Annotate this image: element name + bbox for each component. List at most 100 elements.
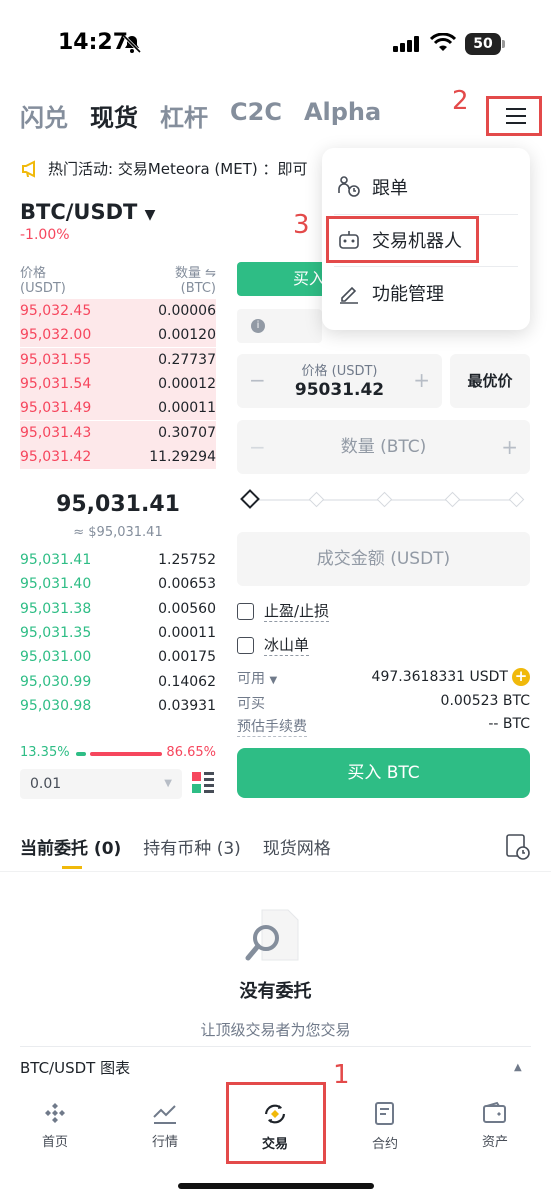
copy-trading-icon bbox=[338, 176, 360, 197]
price-input[interactable]: − 价格 (USDT) 95031.42 + bbox=[237, 354, 442, 408]
buy-sell-ratio: 13.35% 86.65% bbox=[20, 745, 216, 763]
order-type-select[interactable]: i bbox=[237, 309, 322, 343]
hamburger-menu-button[interactable] bbox=[486, 96, 542, 136]
order-history-icon[interactable] bbox=[506, 834, 530, 860]
fee-row: 预估手续费 -- BTC bbox=[237, 716, 530, 737]
empty-subtitle[interactable]: 让顶级交易者为您交易 bbox=[0, 1019, 551, 1040]
cellular-signal-icon bbox=[393, 36, 419, 52]
ask-price: 95,032.00 bbox=[20, 327, 92, 344]
ask-qty: 0.00006 bbox=[158, 303, 216, 319]
ask-qty: 11.29294 bbox=[149, 448, 216, 465]
tab-spot[interactable]: 现货 bbox=[90, 98, 138, 133]
bid-row[interactable]: 95,030.98 0.03931 bbox=[20, 694, 216, 718]
bid-row[interactable]: 95,031.35 0.00011 bbox=[20, 621, 216, 645]
quantity-input[interactable]: − 数量 (BTC) + bbox=[237, 420, 530, 474]
quantity-slider[interactable] bbox=[240, 489, 525, 510]
nav-futures[interactable]: 合约 bbox=[330, 1093, 440, 1152]
ask-price: 95,031.49 bbox=[20, 400, 92, 417]
active-tab-indicator bbox=[62, 866, 82, 869]
nav-assets[interactable]: 资产 bbox=[440, 1093, 550, 1150]
pair-selector[interactable]: BTC/USDT ▼ bbox=[20, 200, 155, 224]
document-icon bbox=[375, 1102, 394, 1125]
status-bar: 14:27 50 bbox=[0, 0, 551, 90]
ask-price: 95,032.45 bbox=[20, 303, 92, 319]
wallet-icon bbox=[483, 1101, 506, 1123]
nav-markets[interactable]: 行情 bbox=[110, 1093, 220, 1150]
menu-item-copy-trading[interactable]: 跟单 bbox=[338, 174, 408, 200]
ask-qty: 0.00120 bbox=[158, 327, 216, 344]
order-tabs: 当前委托 (0) 持有币种 (3) 现货网格 bbox=[20, 834, 331, 859]
available-row: 可用 ▼ 497.3618331 USDT + bbox=[237, 668, 530, 688]
bid-qty: 0.00011 bbox=[158, 624, 216, 641]
buy-ratio: 13.35% bbox=[20, 745, 70, 760]
caret-down-icon[interactable]: ▼ bbox=[269, 675, 277, 686]
banner-text: 热门活动: 交易Meteora (MET) ：即可 bbox=[48, 160, 308, 178]
price-increase-button[interactable]: + bbox=[413, 368, 430, 392]
empty-search-icon bbox=[245, 909, 299, 961]
best-price-button[interactable]: 最优价 bbox=[450, 354, 530, 408]
pair-name: BTC/USDT bbox=[20, 200, 138, 224]
wifi-icon bbox=[430, 33, 456, 51]
orderbook-layout-icon[interactable] bbox=[192, 772, 214, 794]
bid-qty: 1.25752 bbox=[158, 552, 216, 568]
highlight-box-trading-bot bbox=[326, 216, 479, 263]
bid-qty: 0.14062 bbox=[158, 673, 216, 690]
bid-row[interactable]: 95,030.99 0.14062 bbox=[20, 670, 216, 694]
bid-price: 95,031.35 bbox=[20, 624, 92, 641]
ask-row[interactable]: 95,031.43 0.30707 bbox=[20, 420, 216, 445]
bid-row[interactable]: 95,031.00 0.00175 bbox=[20, 645, 216, 669]
bid-row[interactable]: 95,031.38 0.00560 bbox=[20, 597, 216, 621]
ask-row[interactable]: 95,031.55 0.27737 bbox=[20, 347, 216, 372]
ask-qty: 0.27737 bbox=[158, 351, 216, 368]
iceberg-checkbox[interactable]: 冰山单 bbox=[237, 634, 310, 656]
empty-title: 没有委托 bbox=[239, 981, 312, 1002]
orderbook-header: 价格 (USDT) 数量 ⇋ (BTC) bbox=[20, 262, 216, 296]
home-indicator bbox=[178, 1183, 374, 1189]
bid-qty: 0.00175 bbox=[158, 649, 216, 666]
ask-row[interactable]: 95,031.54 0.00012 bbox=[20, 371, 216, 396]
tab-convert[interactable]: 闪兑 bbox=[20, 98, 68, 133]
ask-qty: 0.00012 bbox=[158, 375, 216, 392]
bid-row[interactable]: 95,031.41 1.25752 bbox=[20, 548, 216, 572]
home-logo-icon bbox=[45, 1103, 65, 1123]
ask-row[interactable]: 95,032.45 0.00006 bbox=[20, 299, 216, 323]
ask-row[interactable]: 95,032.00 0.00120 bbox=[20, 323, 216, 348]
chart-toggle[interactable]: BTC/USDT 图表 bbox=[20, 1057, 130, 1078]
buy-btc-button[interactable]: 买入 BTC bbox=[237, 748, 530, 798]
tab-open-orders[interactable]: 当前委托 (0) bbox=[20, 834, 121, 859]
battery-indicator: 50 bbox=[465, 33, 505, 55]
ask-row[interactable]: 95,031.49 0.00011 bbox=[20, 396, 216, 421]
amount-input[interactable]: 成交金额 (USDT) bbox=[237, 532, 530, 586]
tab-spot-grid[interactable]: 现货网格 bbox=[263, 834, 331, 859]
bid-price: 95,030.99 bbox=[20, 673, 92, 690]
ask-price: 95,031.54 bbox=[20, 375, 92, 392]
mid-price[interactable]: 95,031.41 bbox=[20, 492, 216, 517]
menu-item-feature-management[interactable]: 功能管理 bbox=[338, 280, 444, 306]
qty-increase-button[interactable]: + bbox=[501, 420, 518, 474]
bid-row[interactable]: 95,031.40 0.00653 bbox=[20, 572, 216, 596]
pencil-icon bbox=[340, 286, 358, 304]
highlight-box-trade bbox=[226, 1082, 326, 1164]
tab-holdings[interactable]: 持有币种 (3) bbox=[143, 834, 240, 859]
tab-c2c[interactable]: C2C bbox=[230, 98, 282, 133]
bid-price: 95,030.98 bbox=[20, 697, 92, 714]
tab-margin[interactable]: 杠杆 bbox=[160, 98, 208, 133]
caret-up-icon[interactable]: ▲ bbox=[514, 1062, 522, 1073]
nav-home[interactable]: 首页 bbox=[0, 1093, 110, 1150]
promo-banner[interactable]: 热门活动: 交易Meteora (MET) ：即可 bbox=[20, 158, 330, 179]
ask-row[interactable]: 95,031.42 11.29294 bbox=[20, 444, 216, 469]
buy-tab[interactable]: 买入 bbox=[237, 262, 327, 296]
annotation-number-2: 2 bbox=[452, 86, 469, 116]
pair-change: -1.00% bbox=[20, 227, 70, 243]
caret-down-icon: ▼ bbox=[164, 778, 172, 789]
deposit-plus-icon[interactable]: + bbox=[512, 668, 530, 686]
megaphone-icon bbox=[22, 159, 35, 178]
tab-alpha[interactable]: Alpha bbox=[304, 98, 381, 133]
bid-qty: 0.00653 bbox=[158, 576, 216, 593]
precision-select[interactable]: 0.01 ▼ bbox=[20, 769, 182, 799]
qty-decrease-button[interactable]: − bbox=[249, 420, 266, 474]
qty-header[interactable]: 数量 ⇋ (BTC) bbox=[175, 262, 216, 296]
tp-sl-checkbox[interactable]: 止盈/止损 bbox=[237, 600, 330, 622]
ask-price: 95,031.43 bbox=[20, 424, 92, 441]
trade-type-tabs: 闪兑 现货 杠杆 C2C Alpha bbox=[20, 98, 381, 133]
